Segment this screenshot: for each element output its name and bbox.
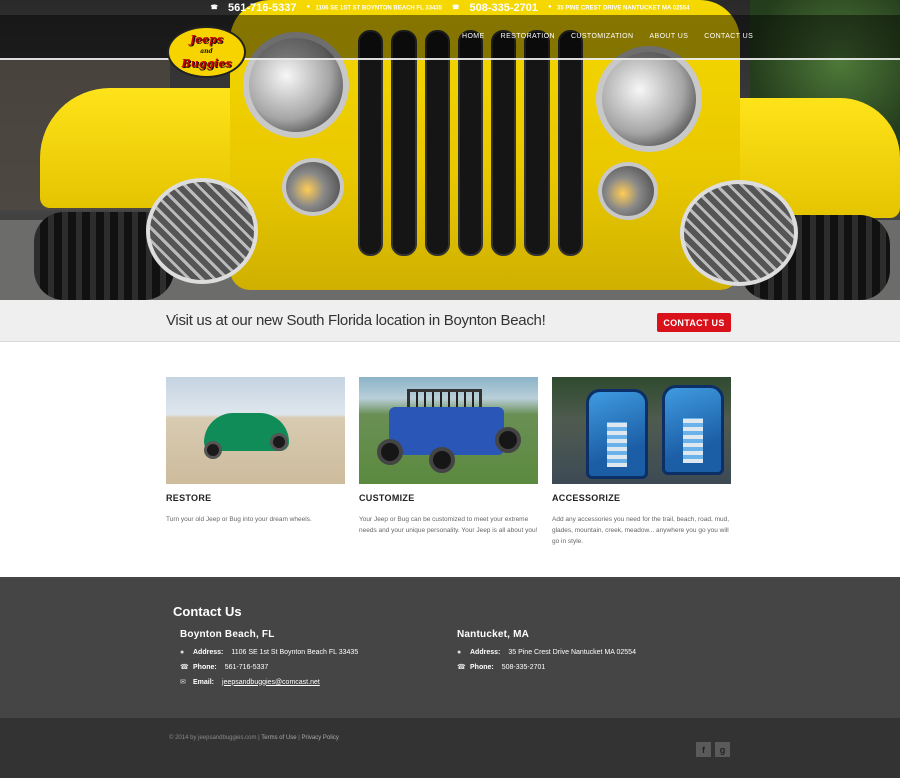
phone-icon: ☎	[452, 5, 460, 11]
customize-image[interactable]	[359, 377, 538, 484]
features-section: RESTORE Turn your old Jeep or Bug into y…	[166, 377, 732, 547]
nav-home[interactable]: HOME	[462, 33, 485, 40]
copyright-text: © 2014 by jeepsandbuggies.com |	[169, 735, 260, 741]
nav-customization[interactable]: CUSTOMIZATION	[571, 33, 634, 40]
feature-text: Turn your old Jeep or Bug into your drea…	[166, 516, 312, 523]
feature-accessorize: ACCESSORIZE Add any accessories you need…	[552, 377, 731, 547]
banner-text: Visit us at our new South Florida locati…	[166, 312, 546, 329]
topbar-address-1: 1106 SE 1ST ST BOYNTON BEACH FL 33435	[315, 5, 443, 12]
google-plus-icon[interactable]: g	[715, 742, 730, 757]
address-value: 1106 SE 1st St Boynton Beach FL 33435	[231, 649, 359, 656]
footer	[0, 718, 900, 778]
phone-row: ☎ Phone: 561-716-5337	[180, 663, 269, 672]
phone-icon: ☎	[180, 664, 189, 671]
address-value: 35 Pine Crest Drive Nantucket MA 02554	[508, 649, 636, 656]
feature-text: Add any accessories you need for the tra…	[552, 516, 730, 545]
feature-restore: RESTORE Turn your old Jeep or Bug into y…	[166, 377, 345, 547]
feature-customize: CUSTOMIZE Your Jeep or Bug can be custom…	[359, 377, 538, 547]
address-row: ● Address: 1106 SE 1st St Boynton Beach …	[180, 649, 359, 656]
privacy-link[interactable]: Privacy Policy	[302, 735, 339, 741]
map-pin-icon: ●	[180, 649, 185, 656]
nav-about-us[interactable]: ABOUT US	[649, 33, 688, 40]
location-name: Nantucket, MA	[457, 629, 530, 640]
contact-title: Contact Us	[173, 604, 242, 619]
right-headlight	[596, 46, 702, 152]
separator: |	[298, 735, 300, 741]
map-pin-icon: ●	[306, 3, 311, 10]
top-contact-bar: ☎ 561-716-5337 ● 1106 SE 1ST ST BOYNTON B…	[0, 0, 900, 15]
right-fog-light	[680, 180, 798, 286]
address-row: ● Address: 35 Pine Crest Drive Nantucket…	[457, 649, 636, 656]
phone-value[interactable]: 561-716-5337	[225, 664, 269, 671]
contact-us-button[interactable]: CONTACT US	[657, 313, 731, 332]
topbar-phone-2[interactable]: 508-335-2701	[469, 2, 538, 14]
topbar-phone-1[interactable]: 561-716-5337	[228, 2, 297, 14]
map-pin-icon: ●	[457, 649, 462, 656]
terms-link[interactable]: Terms of Use	[261, 735, 296, 741]
email-link[interactable]: jeepsandbuggies@comcast.net	[222, 679, 320, 686]
phone-value[interactable]: 508-335-2701	[502, 664, 546, 671]
topbar-address-2: 35 PINE CREST DRIVE NANTUCKET MA 02554	[557, 5, 690, 12]
location-nantucket: Nantucket, MA ● Address: 35 Pine Crest D…	[457, 629, 737, 678]
main-nav: HOME RESTORATION CUSTOMIZATION ABOUT US …	[462, 33, 753, 40]
facebook-icon[interactable]: f	[696, 742, 711, 757]
site-logo[interactable]: Jeeps and Buggies	[167, 26, 246, 78]
jeep-grille	[358, 30, 583, 256]
restore-image[interactable]	[166, 377, 345, 484]
feature-title[interactable]: CUSTOMIZE	[359, 493, 538, 503]
feature-title[interactable]: RESTORE	[166, 493, 345, 503]
feature-title[interactable]: ACCESSORIZE	[552, 493, 731, 503]
feature-text: Your Jeep or Bug can be customized to me…	[359, 516, 538, 534]
left-fog-light	[146, 178, 258, 284]
envelope-icon: ✉	[180, 679, 186, 686]
copyright: © 2014 by jeepsandbuggies.com | Terms of…	[169, 735, 339, 741]
location-banner: Visit us at our new South Florida locati…	[0, 300, 900, 342]
nav-contact-us[interactable]: CONTACT US	[704, 33, 753, 40]
logo-line-1: Jeeps	[189, 33, 224, 46]
phone-row: ☎ Phone: 508-335-2701	[457, 663, 546, 672]
email-row: ✉ Email: jeepsandbuggies@comcast.net	[180, 678, 320, 687]
right-turn-signal	[598, 162, 658, 220]
navigation-bar	[0, 15, 900, 60]
accessorize-image[interactable]	[552, 377, 731, 484]
nav-restoration[interactable]: RESTORATION	[501, 33, 555, 40]
phone-icon: ☎	[457, 664, 466, 671]
logo-line-2: Buggies	[181, 57, 232, 70]
map-pin-icon: ●	[548, 3, 552, 10]
location-name: Boynton Beach, FL	[180, 629, 275, 640]
left-turn-signal	[282, 158, 344, 216]
phone-icon: ☎	[210, 5, 218, 11]
location-boynton: Boynton Beach, FL ● Address: 1106 SE 1st…	[180, 629, 460, 693]
